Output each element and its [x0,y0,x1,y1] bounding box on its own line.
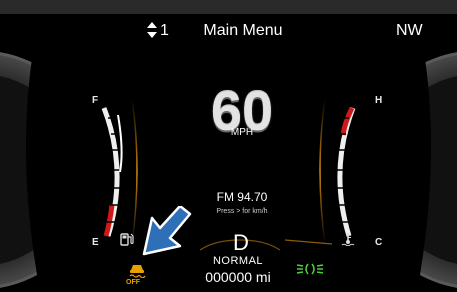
temp-cold-label: C [375,237,383,248]
cluster-background [0,0,457,292]
compass-heading: NW [396,22,423,39]
menu-title[interactable]: Main Menu [203,23,282,39]
units-hint: Press > for km/h [216,208,268,215]
display-number: 1 [160,22,169,39]
callout-arrow-icon [142,206,192,256]
coolant-temperature-icon [341,233,355,246]
fuel-pump-icon [120,233,134,246]
fuel-empty-label: E [92,237,99,248]
parking-lights-icon [296,263,324,275]
traction-off-label: OFF [126,279,140,286]
drive-mode: NORMAL [212,255,264,267]
fuel-full-label: F [92,95,99,106]
display-selector-icon[interactable] [146,22,158,38]
speed-unit: MPH [230,127,254,138]
traction-control-off-icon [129,265,146,278]
gear-indicator: D [233,230,249,255]
temp-hot-label: H [375,95,383,106]
instrument-cluster: 1 Main Menu NW 60 MPH FM 94.70 Press > f… [0,0,457,292]
odometer: 000000 mi [205,269,271,285]
radio-station: FM 94.70 [216,190,268,204]
